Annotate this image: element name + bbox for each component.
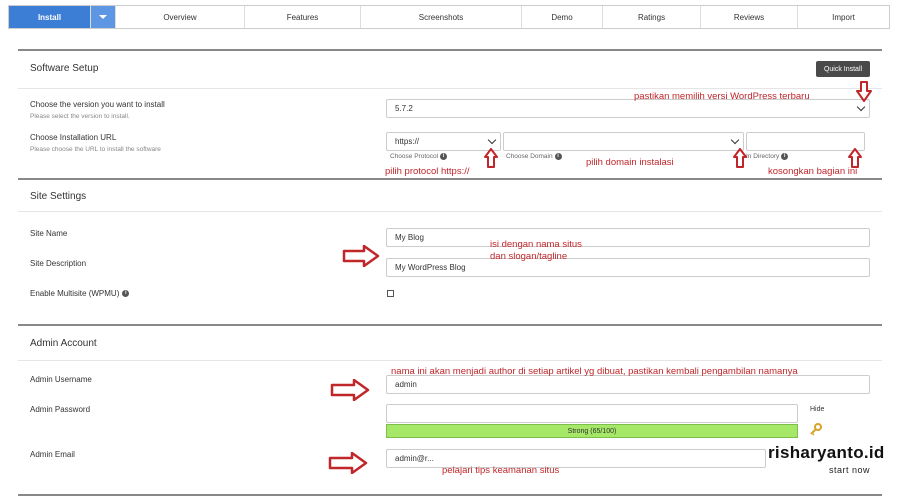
arrow-right-icon [342, 245, 380, 267]
site-name-input[interactable]: My Blog [386, 228, 870, 247]
admin-username-input[interactable]: admin [386, 375, 870, 394]
multisite-label: Enable Multisite (WPMU) i [30, 289, 130, 298]
admin-account-title: Admin Account [30, 338, 97, 349]
section-divider [18, 494, 882, 496]
chevron-down-icon [730, 135, 740, 145]
tab-demo-label: Demo [551, 12, 573, 22]
admin-email-label: Admin Email [30, 450, 75, 459]
admin-email-value: admin@r... [395, 454, 434, 463]
arrow-right-icon [330, 379, 370, 401]
version-value: 5.7.2 [395, 104, 413, 113]
annotation-author: nama ini akan menjadi author di setiap a… [391, 366, 798, 377]
annotation-version: pastikan memilih versi WordPress terbaru [634, 91, 810, 102]
tab-ratings[interactable]: Ratings [603, 6, 701, 28]
site-name-label: Site Name [30, 229, 68, 238]
protocol-hint: Choose Protocol i [390, 153, 448, 160]
site-description-label: Site Description [30, 259, 87, 268]
annotation-directory: kosongkan bagian ini [768, 166, 858, 177]
directory-hint-text: In Directory [746, 153, 780, 160]
annotation-site-name: isi dengan nama situs [490, 239, 582, 250]
url-sublabel: Please choose the URL to install the sof… [30, 146, 161, 153]
site-name-value: My Blog [395, 233, 424, 242]
admin-username-label: Admin Username [30, 375, 92, 384]
version-label: Choose the version you want to install [30, 100, 165, 109]
password-strength-meter: Strong (65/100) [386, 424, 798, 438]
info-icon[interactable]: i [554, 153, 562, 160]
arrow-right-icon [328, 452, 368, 474]
multisite-label-text: Enable Multisite (WPMU) [30, 289, 120, 298]
directory-hint: In Directory i [746, 153, 789, 160]
tab-install[interactable]: Install [9, 6, 91, 28]
annotation-security: pelajari tips keamanan situs [442, 465, 560, 476]
tab-screenshots[interactable]: Screenshots [361, 6, 522, 28]
site-settings-title: Site Settings [30, 191, 87, 202]
tab-install-label: Install [37, 12, 62, 22]
arrow-up-icon [848, 148, 862, 168]
arrow-up-icon [733, 148, 747, 168]
tab-overview-label: Overview [163, 12, 197, 22]
admin-password-input[interactable] [386, 404, 798, 423]
password-strength-text: Strong (65/100) [567, 427, 617, 435]
admin-username-value: admin [395, 380, 417, 389]
domain-select[interactable] [503, 132, 744, 151]
divider [18, 211, 882, 212]
section-divider [18, 49, 882, 51]
annotation-protocol: pilih protocol https:// [385, 166, 470, 177]
info-icon[interactable]: i [781, 153, 789, 160]
brand-logo: risharyanto.id [768, 443, 885, 462]
install-dropdown-button[interactable] [91, 6, 116, 28]
chevron-down-icon [487, 135, 497, 145]
tab-screenshots-label: Screenshots [418, 12, 464, 22]
arrow-down-icon [856, 81, 872, 102]
annotation-site-description: dan slogan/tagline [490, 251, 568, 262]
tab-ratings-label: Ratings [637, 12, 666, 22]
section-divider [18, 178, 882, 180]
url-label: Choose Installation URL [30, 133, 117, 142]
admin-password-label: Admin Password [30, 405, 91, 414]
quick-install-button[interactable]: Quick Install [816, 61, 870, 77]
brand-tagline: start now [829, 465, 871, 475]
arrow-up-icon [484, 148, 498, 168]
tab-bar: Install Overview Features Screenshots De… [8, 5, 890, 29]
tab-features-label: Features [286, 12, 319, 22]
annotation-domain: pilih domain instalasi [586, 157, 674, 168]
tab-import[interactable]: Import [798, 6, 889, 28]
tab-reviews[interactable]: Reviews [701, 6, 798, 28]
hide-password-link[interactable]: Hide [810, 406, 824, 413]
chevron-down-icon [99, 15, 107, 19]
version-sublabel: Please select the version to install. [30, 113, 130, 120]
site-description-value: My WordPress Blog [395, 263, 466, 272]
key-icon[interactable] [809, 422, 823, 436]
tab-import-label: Import [832, 12, 855, 22]
info-icon[interactable]: i [122, 290, 130, 297]
tab-demo[interactable]: Demo [522, 6, 603, 28]
protocol-value: https:// [395, 137, 420, 146]
info-icon[interactable]: i [440, 153, 448, 160]
section-divider [18, 324, 882, 326]
site-description-input[interactable]: My WordPress Blog [386, 258, 870, 277]
tab-reviews-label: Reviews [733, 12, 765, 22]
domain-hint-text: Choose Domain [506, 153, 553, 160]
chevron-down-icon [856, 102, 866, 112]
software-setup-title: Software Setup [30, 63, 99, 74]
divider [18, 88, 882, 89]
tab-overview[interactable]: Overview [116, 6, 245, 28]
protocol-hint-text: Choose Protocol [390, 153, 439, 160]
divider [18, 360, 882, 361]
tab-features[interactable]: Features [245, 6, 361, 28]
domain-hint: Choose Domain i [506, 153, 562, 160]
multisite-checkbox[interactable] [387, 290, 394, 297]
